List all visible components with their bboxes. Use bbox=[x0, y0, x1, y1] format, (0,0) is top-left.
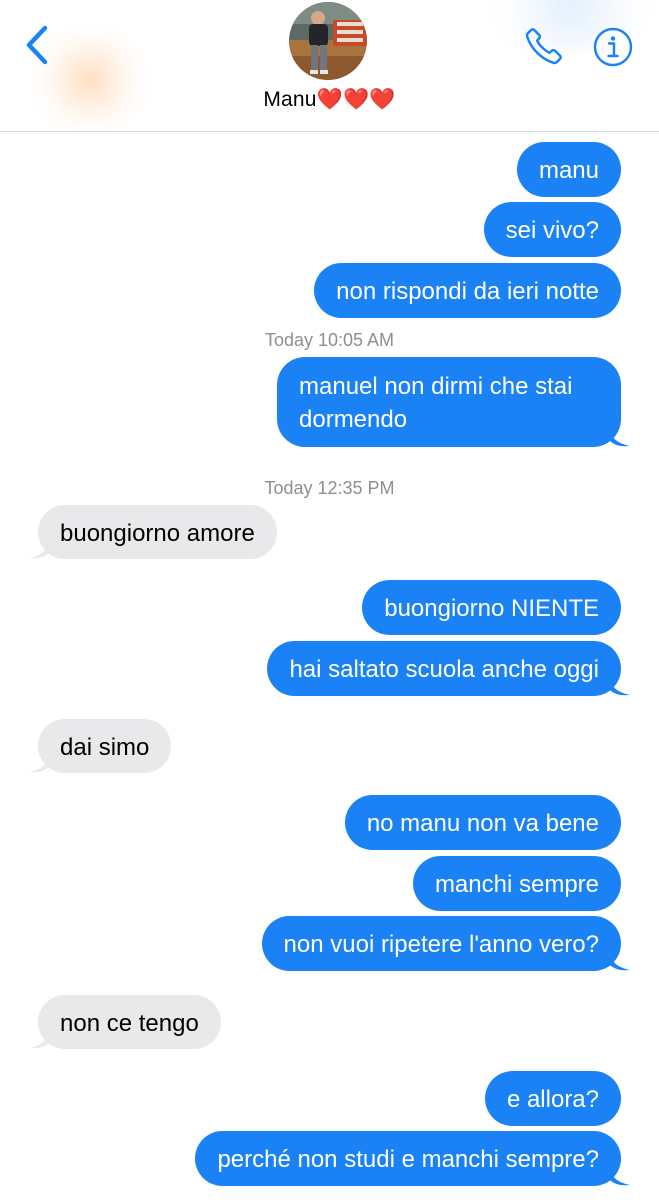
contact-avatar[interactable] bbox=[289, 2, 367, 80]
message-text: buongiorno amore bbox=[60, 520, 255, 547]
message-bubble-incoming[interactable]: buongiorno amore bbox=[29, 505, 277, 559]
bubble-tail bbox=[608, 674, 630, 696]
message-text: dai simo bbox=[60, 734, 150, 761]
message-text: buongiorno NIENTE bbox=[384, 595, 599, 622]
message-bubble-outgoing[interactable]: no manu non va bene bbox=[344, 795, 621, 850]
message-bubble-incoming[interactable]: dai simo bbox=[29, 719, 172, 773]
message-text: no manu non va bene bbox=[366, 810, 599, 837]
bubble-tail bbox=[29, 1027, 51, 1049]
phone-icon bbox=[525, 28, 562, 65]
message-bubble-outgoing[interactable]: non rispondi da ieri notte bbox=[314, 263, 621, 318]
bubble-tail bbox=[29, 751, 51, 773]
message-text: e allora? bbox=[506, 1086, 599, 1113]
message-text: non rispondi da ieri notte bbox=[336, 278, 599, 305]
message-text: manuel non dirmi che stai dormendo bbox=[299, 373, 573, 433]
message-bubble-outgoing[interactable]: hai saltato scuola anche oggi bbox=[267, 641, 630, 696]
call-button[interactable] bbox=[522, 24, 566, 68]
message-bubble-outgoing[interactable]: manu bbox=[516, 142, 621, 197]
message-text: manchi sempre bbox=[434, 871, 599, 898]
message-bubble-outgoing[interactable]: manchi sempre bbox=[412, 856, 621, 911]
message-text: hai saltato scuola anche oggi bbox=[289, 656, 599, 683]
bubble-tail bbox=[29, 537, 51, 559]
message-text: non ce tengo bbox=[60, 1010, 199, 1037]
message-bubble-outgoing[interactable]: sei vivo? bbox=[483, 202, 621, 257]
message-text: non vuoi ripetere l'anno vero? bbox=[283, 931, 599, 958]
bubble-tail bbox=[608, 425, 630, 447]
back-button[interactable] bbox=[18, 22, 58, 68]
message-bubble-outgoing[interactable]: perché non studi e manchi sempre? bbox=[195, 1131, 630, 1186]
message-timestamp: Today 10:05 AM bbox=[264, 330, 395, 350]
message-bubble-outgoing[interactable]: non vuoi ripetere l'anno vero? bbox=[261, 916, 630, 971]
message-bubble-outgoing[interactable]: manuel non dirmi che stai dormendo bbox=[277, 357, 630, 447]
message-text: sei vivo? bbox=[505, 217, 599, 244]
info-icon bbox=[593, 27, 633, 67]
message-bubble-outgoing[interactable]: e allora? bbox=[484, 1071, 621, 1126]
message-timestamp: Today 12:35 PM bbox=[264, 478, 395, 498]
message-text: manu bbox=[538, 157, 599, 184]
message-bubble-incoming[interactable]: non ce tengo bbox=[29, 995, 221, 1049]
message-text: perché non studi e manchi sempre? bbox=[217, 1146, 599, 1173]
info-button[interactable] bbox=[592, 26, 634, 68]
conversation-header: Manu❤️❤️❤️ bbox=[0, 0, 659, 132]
message-bubble-outgoing[interactable]: buongiorno NIENTE bbox=[362, 580, 621, 635]
bubble-tail bbox=[608, 949, 630, 971]
chevron-left-icon bbox=[26, 25, 48, 65]
bubble-tail bbox=[608, 1164, 630, 1186]
contact-name[interactable]: Manu❤️❤️❤️ bbox=[0, 88, 659, 112]
